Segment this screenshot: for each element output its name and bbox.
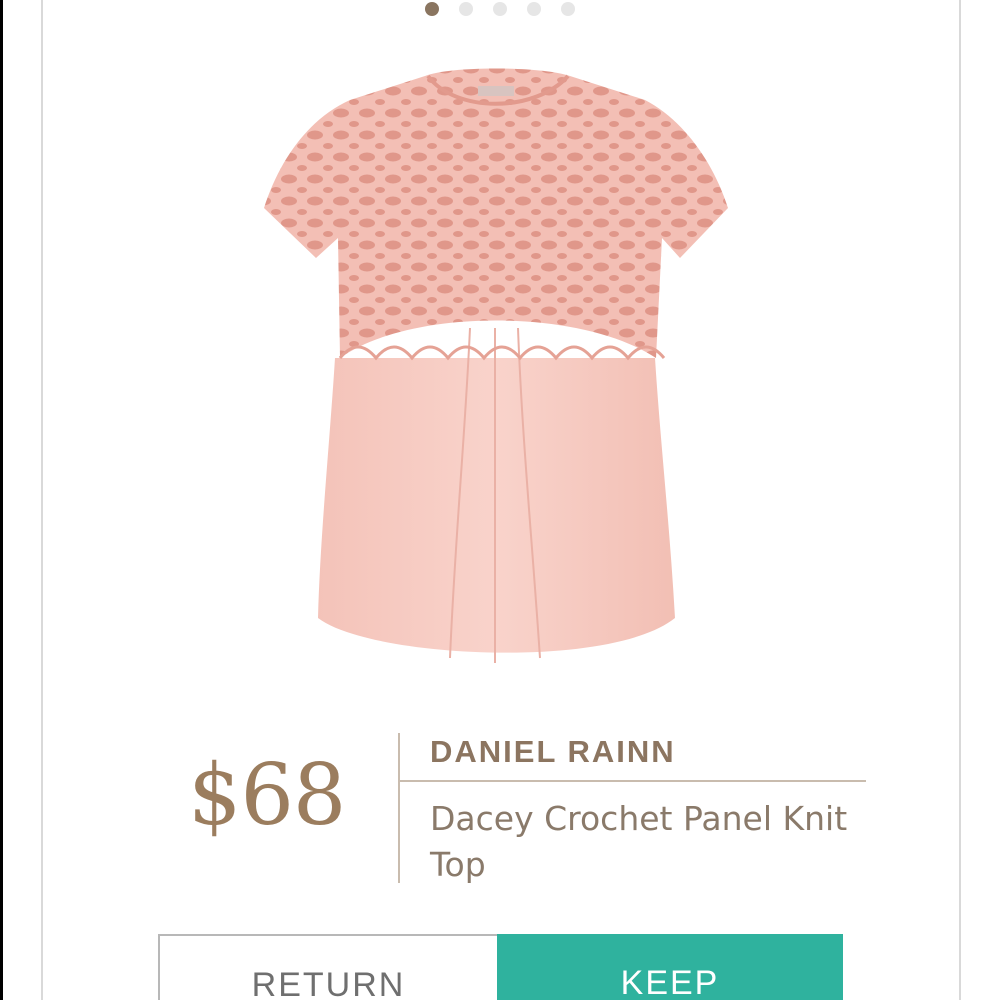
- carousel-dot-1[interactable]: [425, 2, 439, 16]
- carousel-dot-5[interactable]: [561, 2, 575, 16]
- carousel-indicator: [0, 2, 1000, 16]
- return-button[interactable]: RETURN: [158, 934, 497, 1000]
- product-title: Dacey Crochet Panel Knit Top: [430, 799, 848, 884]
- carousel-dot-3[interactable]: [493, 2, 507, 16]
- price-label: $68: [188, 746, 346, 844]
- brand-divider: [398, 780, 866, 782]
- price-divider: [398, 733, 400, 883]
- keep-button[interactable]: KEEP: [497, 934, 843, 1000]
- carousel-dot-4[interactable]: [527, 2, 541, 16]
- screen-edge: [0, 0, 3, 1000]
- carousel-dot-2[interactable]: [459, 2, 473, 16]
- screen: $68 DANIEL RAINN Dacey Crochet Panel Kni…: [0, 0, 1000, 1000]
- blouse-image[interactable]: [250, 58, 740, 676]
- brand-name: DANIEL RAINN: [430, 734, 676, 769]
